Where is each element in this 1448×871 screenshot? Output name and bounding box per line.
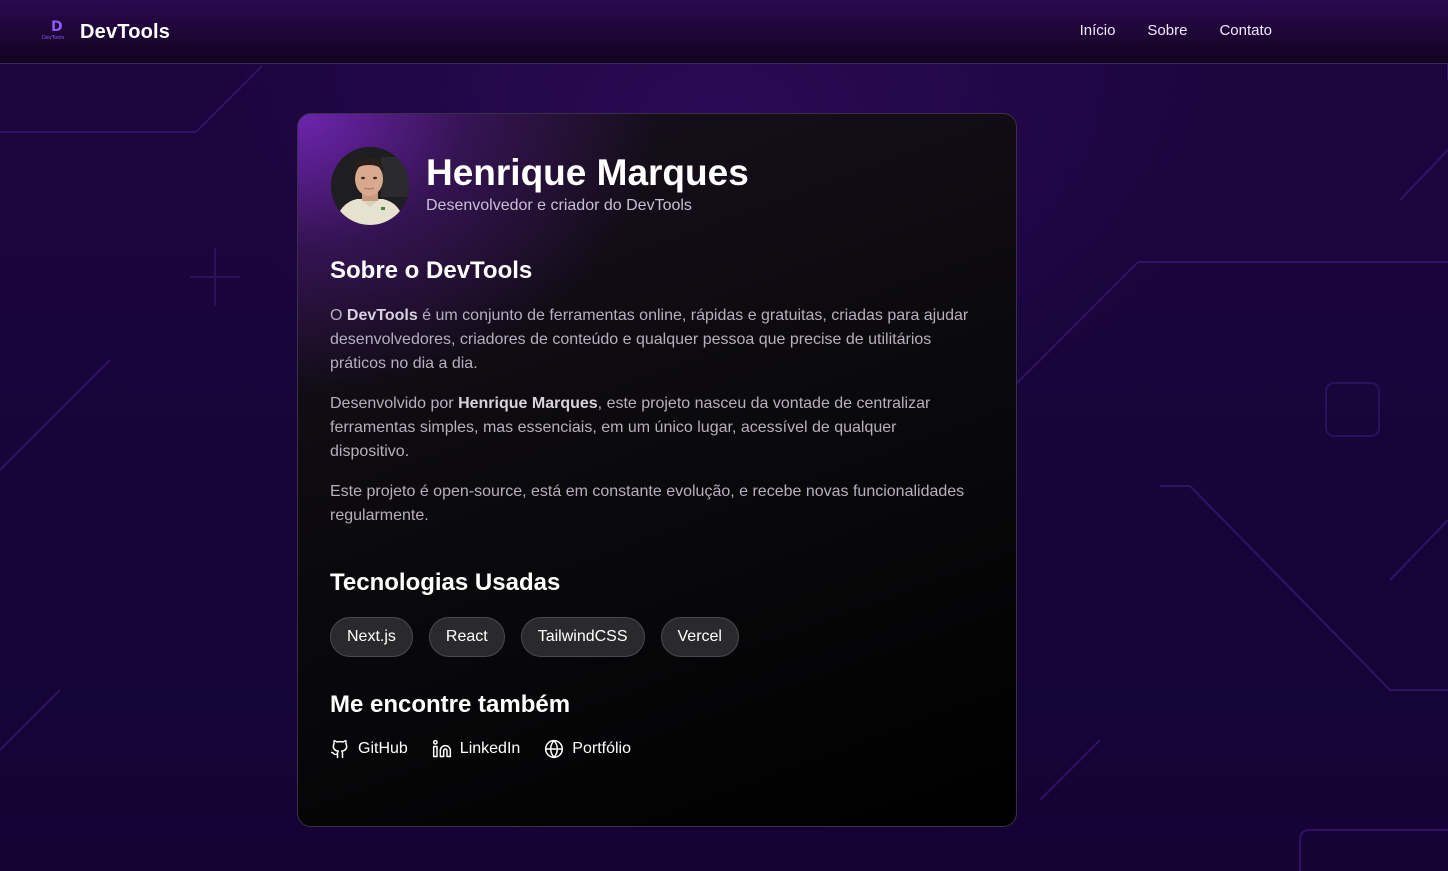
social-links: GitHub LinkedIn Portfólio [330,739,631,759]
github-icon [330,739,348,759]
about-title: Sobre o DevTools [330,257,533,284]
about-p1-bold: DevTools [346,307,418,324]
logo[interactable]: D DevTools DevTools [42,18,170,46]
avatar [331,147,409,225]
linkedin-link[interactable]: LinkedIn [432,739,521,759]
social-title: Me encontre também [330,691,571,718]
about-p1-rest: é um conjunto de ferramentas online, ráp… [330,307,969,372]
about-card: Henrique Marques Desenvolvedor e criador… [297,113,1017,827]
about-p1-start: O [330,307,347,324]
about-paragraph-3: Este projeto é open-source, está em cons… [330,483,965,524]
devtools-logo-icon: D DevTools [42,19,72,45]
nav-link-sobre[interactable]: Sobre [1147,22,1187,39]
github-link-label: GitHub [358,740,408,757]
tech-chip-list: Next.js React TailwindCSS Vercel [330,617,739,657]
nav-link-contato[interactable]: Contato [1219,22,1272,39]
logo-mark-letter: D [51,19,63,35]
tech-title: Tecnologias Usadas [330,569,561,596]
portfolio-link[interactable]: Portfólio [544,739,631,759]
tech-chip-tailwindcss: TailwindCSS [520,617,645,657]
about-p2-bold: Henrique Marques [458,395,598,412]
portfolio-link-label: Portfólio [572,740,631,757]
linkedin-link-label: LinkedIn [459,740,521,757]
avatar-photo [331,147,409,225]
tech-chip-nextjs: Next.js [330,617,413,657]
about-paragraph-2: Desenvolvido por Henrique Marques, este … [330,392,980,464]
top-navbar: D DevTools DevTools Início Sobre Contato [0,0,1448,64]
about-p2-start: Desenvolvido por [330,395,459,412]
logo-text: DevTools [80,20,171,43]
main-nav: Início Sobre Contato [1080,22,1272,39]
github-link[interactable]: GitHub [330,739,408,759]
tech-chip-react: React [428,617,505,657]
nav-link-inicio[interactable]: Início [1080,22,1116,39]
linkedin-icon [432,739,451,758]
profile-role: Desenvolvedor e criador do DevTools [426,197,692,214]
profile-name: Henrique Marques [426,152,749,193]
globe-icon [545,739,564,759]
about-paragraph-1: O DevTools é um conjunto de ferramentas … [330,304,980,376]
tech-chip-vercel: Vercel [660,617,739,657]
logo-mark-subtext: DevTools [42,35,65,41]
